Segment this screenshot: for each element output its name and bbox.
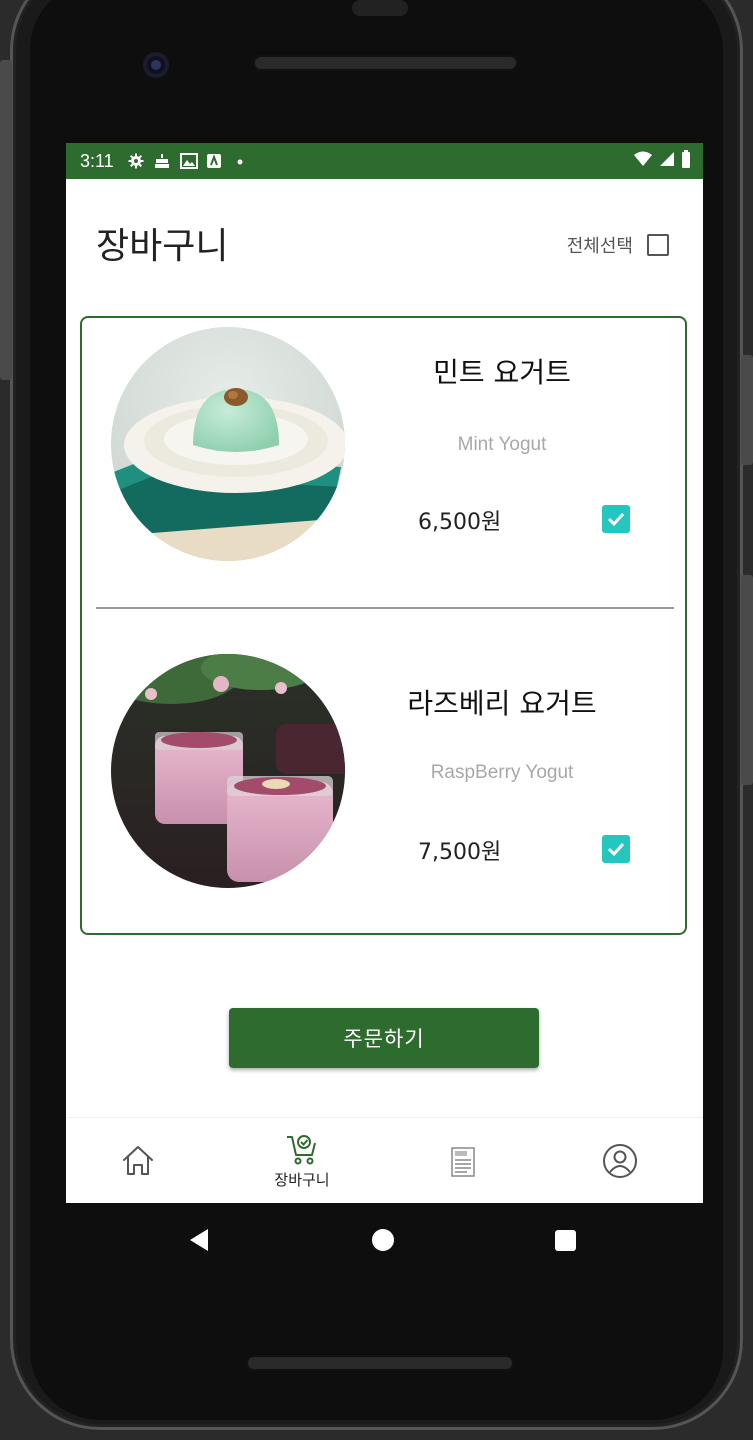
home-icon xyxy=(123,1146,153,1175)
item-price: 7,500원 xyxy=(418,840,502,865)
page-title: 장바구니 xyxy=(96,226,229,267)
nav-home[interactable] xyxy=(78,1118,198,1203)
raspberry-yogurt-image xyxy=(111,654,345,888)
back-icon[interactable] xyxy=(190,1229,208,1251)
order-button[interactable]: 주문하기 xyxy=(229,1008,539,1068)
signal-icon xyxy=(659,151,675,172)
dot-icon xyxy=(232,153,248,169)
check-icon xyxy=(607,842,625,857)
app-a-icon xyxy=(206,153,222,169)
front-camera xyxy=(143,52,169,78)
item-price: 6,500원 xyxy=(418,510,502,535)
item-english-name: Mint Yogut xyxy=(457,434,547,455)
select-all-control[interactable]: 전체선택 xyxy=(567,232,669,258)
check-icon xyxy=(607,512,625,527)
status-bar: 3:11 xyxy=(66,143,703,179)
nav-cart-label: 장바구니 xyxy=(274,1170,330,1189)
power-button xyxy=(741,575,753,785)
page-header: 장바구니 전체선택 xyxy=(66,179,703,289)
nav-cart[interactable]: 장바구니 xyxy=(242,1118,362,1203)
volume-button xyxy=(741,355,753,465)
item-name: 라즈베리 요거트 xyxy=(407,687,597,720)
status-time: 3:11 xyxy=(80,150,114,171)
cart-icon xyxy=(287,1134,316,1164)
nav-profile[interactable] xyxy=(560,1118,680,1203)
top-notch xyxy=(352,0,408,16)
cart-list: 민트 요거트 Mint Yogut 6,500원 라즈베리 요거트 RaspBe… xyxy=(80,316,687,935)
battery-icon xyxy=(681,149,691,173)
system-nav-bar xyxy=(66,1203,703,1283)
nav-menu[interactable] xyxy=(403,1118,523,1203)
bottom-speaker xyxy=(246,1355,514,1371)
cake-icon xyxy=(154,153,170,169)
select-all-checkbox[interactable] xyxy=(647,234,669,256)
app-screen: 3:11 장바구니 전체선택 민트 요거트 Mint Yogut 6,500원 … xyxy=(66,143,703,1203)
wifi-icon xyxy=(633,151,653,172)
item-name: 민트 요거트 xyxy=(433,356,571,389)
phone-device: 3:11 장바구니 전체선택 민트 요거트 Mint Yogut 6,500원 … xyxy=(0,0,753,1440)
mint-yogurt-image xyxy=(111,327,345,561)
item-checkbox[interactable] xyxy=(602,835,630,863)
item-divider xyxy=(96,607,674,609)
item-checkbox[interactable] xyxy=(602,505,630,533)
home-button-icon[interactable] xyxy=(372,1229,394,1251)
profile-icon xyxy=(603,1144,637,1178)
cart-item[interactable]: 민트 요거트 Mint Yogut 6,500원 xyxy=(82,318,685,618)
bottom-nav: 장바구니 xyxy=(66,1117,703,1203)
item-english-name: RaspBerry Yogut xyxy=(430,762,574,783)
gear-icon xyxy=(128,153,144,169)
earpiece-speaker xyxy=(253,55,518,71)
select-all-label: 전체선택 xyxy=(566,236,633,257)
menu-icon xyxy=(451,1147,475,1177)
frame-edge xyxy=(0,60,12,380)
cart-item[interactable]: 라즈베리 요거트 RaspBerry Yogut 7,500원 xyxy=(82,614,685,914)
image-icon xyxy=(179,153,198,169)
recent-apps-icon[interactable] xyxy=(555,1230,576,1251)
